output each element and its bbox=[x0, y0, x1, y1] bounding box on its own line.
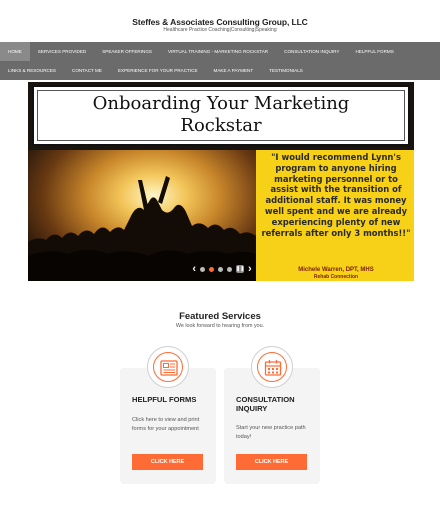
nav-item-testimonials[interactable]: TESTIMONIALS bbox=[261, 61, 311, 80]
newspaper-icon[interactable] bbox=[147, 346, 189, 388]
testimonial-quote: "I would recommend Lynn's program to any… bbox=[261, 152, 411, 238]
calendar-icon[interactable] bbox=[251, 346, 293, 388]
card-description: Click here to view and print forms for y… bbox=[132, 417, 200, 433]
hero-title: Onboarding Your Marketing Rockstar bbox=[92, 93, 350, 136]
nav-item-contact[interactable]: CONTACT ME bbox=[64, 61, 110, 80]
nav-row-secondary: LINKS & RESOURCES CONTACT ME EXPERIENCE … bbox=[0, 61, 311, 80]
main-nav: HOME SERVICES PROVIDED SPEAKER OFFERINGS… bbox=[0, 42, 440, 80]
site-title[interactable]: Steffes & Associates Consulting Group, L… bbox=[0, 17, 440, 27]
service-card-consultation: CONSULTATION INQUIRY Start your new prac… bbox=[224, 346, 320, 484]
slider-dot[interactable] bbox=[218, 266, 223, 272]
card-description: Start your new practice path today! bbox=[236, 425, 306, 441]
card-title: HELPFUL FORMS bbox=[132, 395, 197, 404]
hero-banner: Onboarding Your Marketing Rockstar bbox=[32, 85, 410, 146]
site-header: Steffes & Associates Consulting Group, L… bbox=[0, 0, 440, 42]
nav-item-virtual-training[interactable]: VIRTUAL TRAINING - MARKETING ROCKSTAR bbox=[160, 42, 276, 61]
featured-services-heading: Featured Services bbox=[179, 311, 261, 322]
slider-dot[interactable] bbox=[200, 266, 205, 272]
nav-item-links[interactable]: LINKS & RESOURCES bbox=[0, 61, 64, 80]
slider-dot[interactable] bbox=[227, 266, 232, 272]
nav-row-primary: HOME SERVICES PROVIDED SPEAKER OFFERINGS… bbox=[0, 42, 402, 61]
testimonial-panel: "I would recommend Lynn's program to any… bbox=[256, 150, 414, 281]
next-arrow-icon[interactable]: › bbox=[248, 262, 252, 276]
slider-dot-active[interactable] bbox=[209, 266, 214, 272]
nav-item-payment[interactable]: MAKE A PAYMENT bbox=[206, 61, 262, 80]
consultation-click-here-button[interactable]: CLICK HERE bbox=[236, 454, 307, 470]
helpful-forms-click-here-button[interactable]: CLICK HERE bbox=[132, 454, 203, 470]
nav-item-helpful-forms[interactable]: HELPFUL FORMS bbox=[347, 42, 401, 61]
nav-item-home[interactable]: HOME bbox=[0, 42, 30, 61]
nav-item-speaker[interactable]: SPEAKER OFFERINGS bbox=[94, 42, 160, 61]
testimonial-org: Rehab Connection bbox=[313, 274, 359, 280]
prev-arrow-icon[interactable]: ‹ bbox=[192, 262, 196, 276]
service-card-helpful-forms: HELPFUL FORMS Click here to view and pri… bbox=[120, 346, 216, 484]
nav-item-services[interactable]: SERVICES PROVIDED bbox=[30, 42, 94, 61]
slider-controls: ‹ ❚❚ › bbox=[174, 262, 270, 276]
card-title: CONSULTATION INQUIRY bbox=[236, 395, 295, 413]
featured-services-subtitle: We look forward to hearing from you. bbox=[175, 323, 265, 329]
testimonial-author: Michele Warren, DPT, MHS bbox=[298, 267, 374, 273]
hero-slider[interactable]: Onboarding Your Marketing Rockstar "I wo… bbox=[28, 82, 414, 281]
pause-icon[interactable]: ❚❚ bbox=[236, 265, 244, 273]
site-tagline: Healthcare Practice Coaching|Consulting|… bbox=[163, 27, 277, 33]
nav-item-experience[interactable]: EXPERIENCE FOR YOUR PRACTICE bbox=[110, 61, 206, 80]
nav-item-consultation[interactable]: CONSULTATION INQUIRY bbox=[276, 42, 347, 61]
